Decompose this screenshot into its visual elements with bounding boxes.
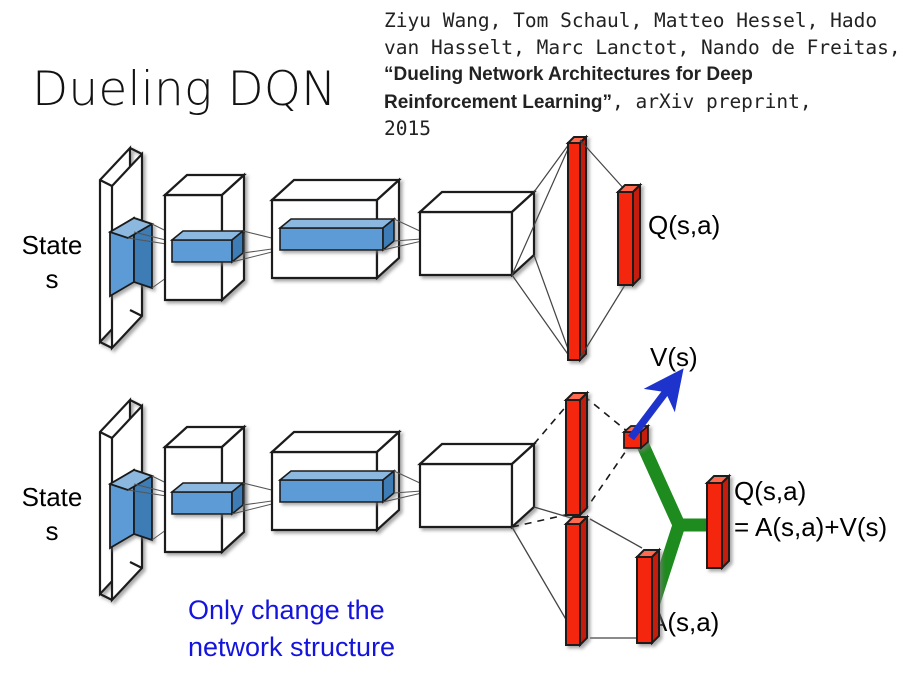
advantage-stream-fc-bar (563, 514, 590, 648)
top-conv-filter-1 (169, 229, 246, 264)
value-arrow-icon (628, 368, 684, 441)
bottom-q-output-bar (704, 473, 732, 571)
note-line-2: network structure (188, 632, 396, 662)
bottom-conv-box-3 (417, 441, 537, 530)
bottom-conv-filter-1 (169, 481, 246, 516)
bottom-conv-filter-2 (277, 469, 397, 504)
top-q-output-bar (615, 182, 643, 288)
top-network (98, 134, 643, 363)
note-text: Only change the network structure (188, 592, 395, 666)
top-conv-filter-2 (277, 217, 397, 252)
value-stream-fc-bar (563, 390, 590, 518)
top-fc-layer-bar (565, 134, 589, 363)
top-input-filter (107, 216, 155, 298)
network-diagram (98, 134, 732, 648)
advantage-output-bar (634, 547, 662, 646)
note-line-1: Only change the (188, 595, 385, 625)
bottom-input-filter (107, 468, 155, 550)
slide-canvas: Dueling DQN Ziyu Wang, Tom Schaul, Matte… (0, 0, 912, 692)
